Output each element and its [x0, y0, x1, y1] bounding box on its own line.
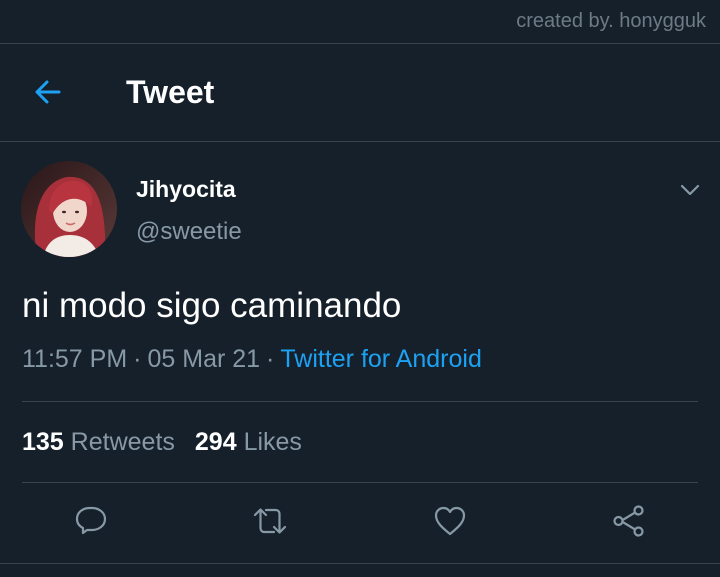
meta-separator: ·: [266, 345, 275, 373]
more-options-button[interactable]: [676, 176, 704, 204]
tweet-text: ni modo sigo caminando: [22, 286, 402, 325]
likes-stat[interactable]: 294 Likes: [195, 428, 302, 456]
share-icon: [613, 505, 644, 537]
share-button[interactable]: [609, 501, 649, 541]
divider: [0, 563, 720, 564]
tweet-meta: 11:57 PM · 05 Mar 21 · Twitter for Android: [22, 345, 482, 374]
reply-icon: [75, 506, 107, 535]
page-title: Tweet: [126, 74, 215, 110]
tweet-time: 11:57 PM: [22, 345, 128, 373]
likes-label: Likes: [243, 428, 302, 456]
back-button[interactable]: [28, 72, 68, 112]
divider: [22, 401, 698, 402]
tweet-date: 05 Mar 21: [147, 345, 261, 373]
like-button[interactable]: [430, 501, 470, 541]
divider: [22, 482, 698, 483]
tweet: Jihyocita @sweetie ni modo sigo caminand…: [0, 143, 720, 577]
retweet-button[interactable]: [250, 501, 290, 541]
tweet-stats: 135 Retweets 294 Likes: [22, 428, 302, 457]
credit-bar: created by. honygguk: [0, 0, 720, 44]
display-name[interactable]: Jihyocita: [136, 176, 236, 203]
credit-text: created by. honygguk: [516, 10, 706, 32]
arrow-left-icon: [35, 80, 61, 104]
user-handle[interactable]: @sweetie: [136, 218, 242, 246]
header-bar: Tweet: [0, 44, 720, 142]
retweets-stat[interactable]: 135 Retweets: [22, 428, 175, 456]
chevron-down-icon: [680, 184, 700, 196]
tweet-detail-screen: created by. honygguk Tweet Jihyocita @sw…: [0, 0, 720, 577]
avatar[interactable]: [21, 161, 117, 257]
retweet-icon: [253, 508, 287, 534]
reply-button[interactable]: [71, 501, 111, 541]
retweets-label: Retweets: [70, 428, 175, 456]
meta-separator: ·: [133, 345, 142, 373]
tweet-source-link[interactable]: Twitter for Android: [280, 345, 481, 373]
likes-count: 294: [194, 428, 237, 456]
heart-icon: [434, 506, 466, 536]
retweets-count: 135: [22, 428, 64, 456]
